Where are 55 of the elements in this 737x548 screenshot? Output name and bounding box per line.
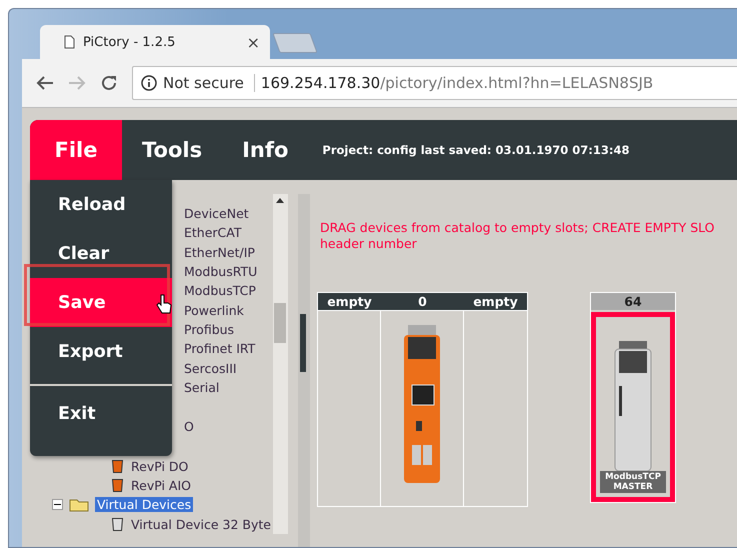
reload-icon[interactable]	[100, 74, 118, 92]
tree-item[interactable]: Profibus	[182, 322, 236, 338]
tree-item[interactable]: Serial	[182, 380, 222, 396]
device-icon	[112, 460, 123, 473]
slot-header: empty	[318, 293, 381, 310]
instruction-text: header number	[320, 236, 418, 252]
device-icon	[112, 479, 123, 492]
tree-item[interactable]: Virtual Devices	[95, 497, 194, 512]
device-label: ModbusTCP MASTER	[600, 471, 666, 493]
hand-pointer-icon	[156, 294, 172, 314]
scrollbar-thumb[interactable]	[300, 314, 306, 372]
menu-tab[interactable]: Tools	[122, 120, 222, 180]
splitter-scrollbar[interactable]	[298, 194, 310, 547]
tree-item[interactable]: RevPi DO	[129, 458, 190, 474]
menu-item[interactable]: Exit	[30, 384, 172, 442]
address-bar[interactable]: Not secure 169.254.178.30/pictory/index.html?hn=LELASN8SJB	[132, 66, 737, 100]
project-status: Project: config last saved: 03.01.1970 07:13:48	[322, 143, 630, 157]
security-label: Not secure	[163, 74, 255, 92]
device-card[interactable]: ModbusTCP MASTER	[591, 312, 675, 502]
tab-title: PiCtory - 1.2.5	[83, 34, 176, 50]
tree-item[interactable]: RevPi AIO	[129, 478, 193, 494]
scrollbar-thumb[interactable]	[274, 303, 286, 343]
menu-item[interactable]: Clear	[30, 229, 172, 278]
slot-header: empty	[464, 293, 527, 310]
tree-item[interactable]: DeviceNet	[182, 206, 251, 222]
tree-item[interactable]: EtherNet/IP	[182, 244, 257, 260]
tree-item[interactable]: O	[182, 419, 196, 434]
back-icon[interactable]	[36, 75, 54, 91]
tree-item[interactable]: Powerlink	[182, 302, 246, 318]
tree-item[interactable]: Virtual Device 32 Byte	[129, 516, 273, 532]
tree-item[interactable]: ModbusTCP	[182, 283, 258, 298]
tree-item[interactable]: ModbusRTU	[182, 264, 260, 280]
menu-item[interactable]: Export	[30, 327, 172, 376]
slot-header: 0	[381, 293, 464, 310]
scroll-up-icon[interactable]	[276, 198, 284, 203]
url-text: 169.254.178.30/pictory/index.html?hn=LELASN8SJB	[260, 74, 654, 92]
menu-item[interactable]: Save	[30, 278, 172, 327]
info-icon[interactable]	[141, 75, 157, 91]
device-icon	[112, 518, 123, 531]
tree-item[interactable]: SercosIII	[182, 360, 239, 376]
menu-tab[interactable]: File	[30, 120, 122, 180]
tree-item[interactable]: EtherCAT	[182, 225, 244, 240]
instruction-text: DRAG devices from catalog to empty slots; CREATE EMPTY SLO	[320, 220, 716, 236]
scrollbar[interactable]	[272, 194, 288, 534]
folder-icon	[69, 498, 89, 512]
menu-item[interactable]: Reload	[30, 180, 172, 229]
menu-tab[interactable]: Info	[222, 120, 308, 180]
collapse-icon[interactable]	[52, 499, 63, 510]
slot-header: 64	[591, 293, 675, 310]
occupied-slot[interactable]	[381, 310, 464, 506]
tree-item[interactable]: Profinet IRT	[182, 341, 258, 356]
page-icon	[64, 35, 75, 49]
close-tab-button[interactable]: ×	[246, 32, 260, 52]
browser-tab[interactable]: PiCtory - 1.2.5 ×	[40, 25, 270, 59]
device-drawing[interactable]	[402, 325, 442, 485]
